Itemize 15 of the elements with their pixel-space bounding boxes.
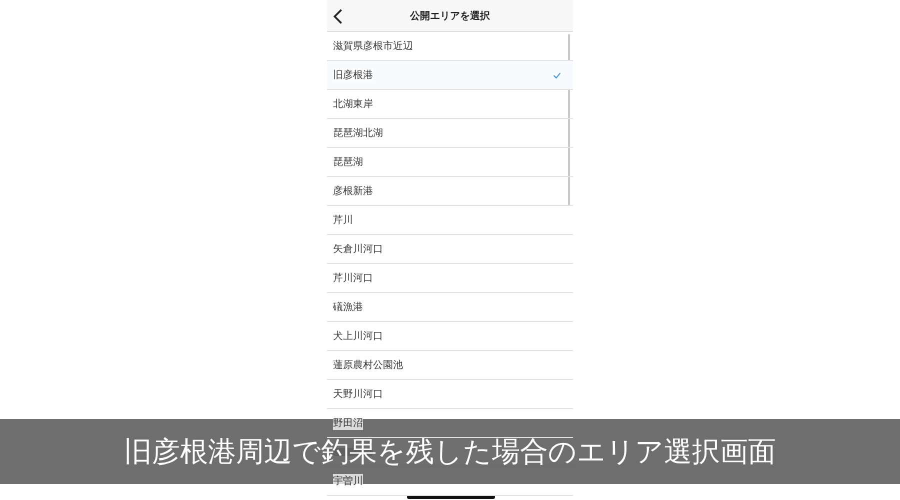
screen-title: 公開エリアを選択 — [410, 10, 490, 22]
area-row[interactable]: 礒漁港 — [327, 293, 573, 322]
back-icon[interactable] — [333, 9, 343, 24]
area-row[interactable]: 北湖東岸 — [327, 90, 573, 119]
area-row[interactable]: 犬上川河口 — [327, 322, 573, 351]
area-row[interactable]: 琵琶湖北湖 — [327, 119, 573, 148]
area-row[interactable]: 琵琶湖 — [327, 148, 573, 177]
area-row[interactable]: 矢倉川河口 — [327, 235, 573, 264]
area-row[interactable]: 芹川河口 — [327, 264, 573, 293]
area-row[interactable]: 蓮原農村公園池 — [327, 351, 573, 380]
area-row[interactable]: 旧彦根港 — [327, 61, 573, 90]
area-row[interactable]: 天野川河口 — [327, 380, 573, 409]
area-row[interactable]: 芹川 — [327, 206, 573, 235]
area-row[interactable]: 彦根新港 — [327, 177, 573, 206]
check-icon — [553, 72, 561, 78]
